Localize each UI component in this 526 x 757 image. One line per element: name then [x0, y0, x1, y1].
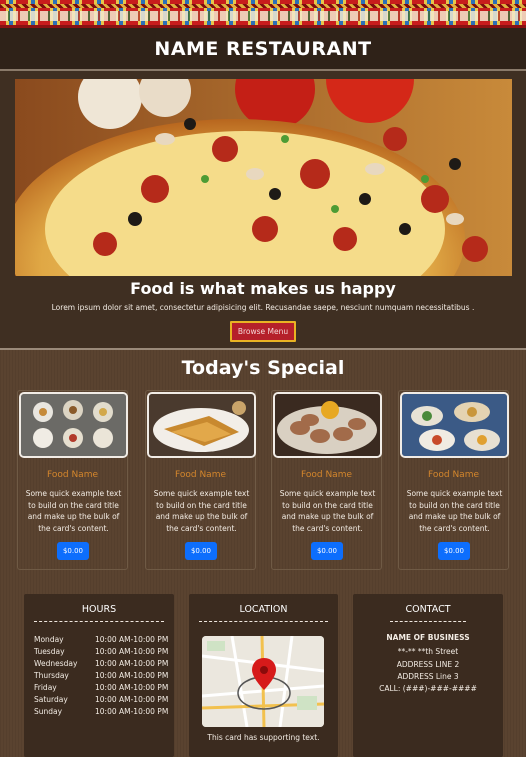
- buffet-spread-photo: [400, 392, 509, 458]
- address-line-2: ADDRESS LINE 2: [396, 660, 460, 669]
- food-name: Food Name: [301, 470, 352, 480]
- food-card: Food Name Some quick example text to bui…: [145, 390, 256, 570]
- hours-title: HOURS: [81, 604, 117, 615]
- food-description: Some quick example text to build on the …: [279, 489, 376, 533]
- location-title: LOCATION: [239, 604, 288, 615]
- price-button[interactable]: $0.00: [57, 542, 89, 560]
- hours-time: 10:00 AM-10:00 PM: [95, 671, 169, 680]
- food-card: Food Name Some quick example text to bui…: [398, 390, 509, 570]
- food-description: Some quick example text to build on the …: [406, 489, 503, 533]
- contact-panel: CONTACT NAME OF BUSINESS **-** **th Stre…: [353, 594, 503, 757]
- browse-menu-button[interactable]: Browse Menu: [229, 321, 297, 342]
- food-name: Food Name: [47, 470, 98, 480]
- hours-day: Saturday: [34, 695, 68, 704]
- hours-time: 10:00 AM-10:00 PM: [95, 695, 169, 704]
- section-divider: [0, 348, 526, 350]
- hours-time: 10:00 AM-10:00 PM: [95, 707, 169, 716]
- hours-day: Sunday: [34, 707, 63, 716]
- hero-section: Food is what makes us happy Lorem ipsum …: [0, 71, 526, 349]
- location-caption: This card has supporting text.: [207, 733, 320, 742]
- decorative-border-strip: [0, 0, 526, 28]
- momo-dumplings-photo: [273, 392, 382, 458]
- contact-title: CONTACT: [405, 604, 451, 615]
- site-header: NAME RESTAURANT: [0, 28, 526, 71]
- hours-panel: HOURS Monday 10:00 AM-10:00 PM Tuesday 10:…: [24, 594, 174, 757]
- restaurant-name: NAME RESTAURANT: [154, 37, 372, 60]
- fried-bread-photo: [147, 392, 256, 458]
- pizza-photo: [15, 79, 512, 276]
- food-name: Food Name: [175, 470, 226, 480]
- special-title: Today's Special: [181, 357, 345, 379]
- hours-time: 10:00 AM-10:00 PM: [95, 635, 169, 644]
- location-panel: LOCATION This card has supporting text.: [189, 594, 338, 757]
- hours-day: Tuesday: [34, 647, 65, 656]
- dumplings-platter-photo: [19, 392, 128, 458]
- location-map[interactable]: [202, 636, 324, 727]
- food-card: Food Name Some quick example text to bui…: [271, 390, 382, 570]
- hours-day: Friday: [34, 683, 57, 692]
- phone-number[interactable]: CALL: (###)-###-####: [353, 684, 503, 693]
- contact-divider: [390, 621, 466, 622]
- hero-description: Lorem ipsum dolor sit amet, consectetur …: [51, 303, 475, 312]
- food-name: Food Name: [428, 470, 479, 480]
- hours-day: Wednesday: [34, 659, 78, 668]
- address-street: **-** **th Street: [397, 647, 459, 656]
- hours-day: Monday: [34, 635, 64, 644]
- hours-day: Thursday: [34, 671, 69, 680]
- food-description: Some quick example text to build on the …: [25, 489, 122, 533]
- price-button[interactable]: $0.00: [185, 542, 217, 560]
- location-divider: [199, 621, 328, 622]
- price-button[interactable]: $0.00: [438, 542, 470, 560]
- hours-time: 10:00 AM-10:00 PM: [95, 659, 169, 668]
- hours-time: 10:00 AM-10:00 PM: [95, 683, 169, 692]
- special-cards: Food Name Some quick example text to bui…: [17, 390, 513, 570]
- food-card: Food Name Some quick example text to bui…: [17, 390, 128, 570]
- hours-time: 10:00 AM-10:00 PM: [95, 647, 169, 656]
- address-line-3: ADDRESS Line 3: [397, 672, 459, 681]
- hero-heading: Food is what makes us happy: [130, 279, 396, 298]
- price-button[interactable]: $0.00: [311, 542, 343, 560]
- hours-divider: [34, 621, 164, 622]
- business-name: NAME OF BUSINESS: [386, 633, 470, 642]
- food-description: Some quick example text to build on the …: [153, 489, 250, 533]
